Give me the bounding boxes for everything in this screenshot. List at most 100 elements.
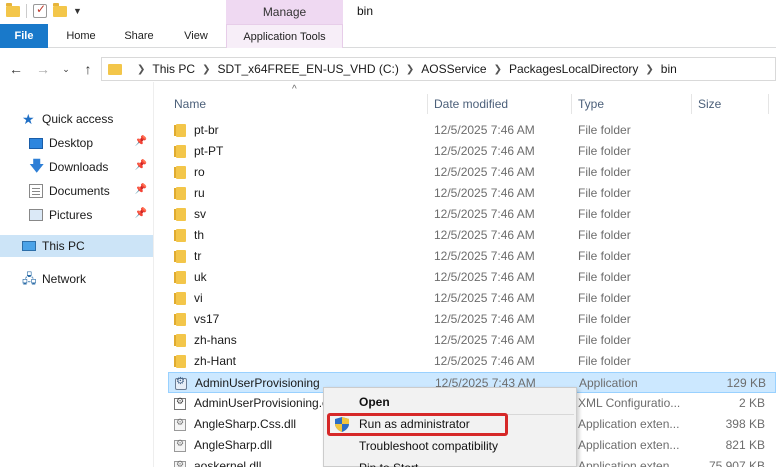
cell-type: Application exten... bbox=[578, 417, 680, 431]
cell-type: XML Configuratio... bbox=[578, 396, 681, 410]
table-row[interactable]: sv 12/5/2025 7:46 AM File folder bbox=[168, 204, 776, 225]
sidebar-item-this-pc[interactable]: This PC bbox=[0, 235, 153, 257]
tab-application-tools[interactable]: Application Tools bbox=[226, 24, 343, 48]
cell-date: 12/5/2025 7:46 AM bbox=[434, 207, 535, 221]
folder-icon bbox=[174, 145, 186, 158]
highlight-box bbox=[327, 413, 508, 436]
tab-share[interactable]: Share bbox=[118, 24, 160, 48]
folder-icon bbox=[174, 166, 186, 179]
chevron-right-icon[interactable]: ❯ bbox=[406, 64, 414, 75]
customize-toolbar-icon[interactable]: ▼ bbox=[73, 6, 82, 16]
address-bar[interactable]: ❯ This PC ❯ SDT_x64FREE_EN-US_VHD (C:) ❯… bbox=[101, 57, 776, 81]
context-menu: Open Run as administrator Troubleshoot c… bbox=[323, 387, 577, 467]
dll-file-icon bbox=[174, 417, 186, 431]
cell-date: 12/5/2025 7:46 AM bbox=[434, 123, 535, 137]
pin-icon[interactable]: 📌 bbox=[135, 136, 147, 147]
sidebar-item-network[interactable]: 🖧 Network bbox=[0, 268, 153, 290]
title-bar: ▼ Manage bin bbox=[0, 0, 776, 24]
sidebar-item-downloads[interactable]: 🡇 Downloads 📌 bbox=[0, 156, 153, 178]
cell-size bbox=[696, 225, 765, 246]
cell-size bbox=[696, 351, 765, 372]
breadcrumb-aosservice[interactable]: AOSService bbox=[421, 62, 486, 76]
download-icon: 🡇 bbox=[29, 158, 45, 175]
breadcrumb-drive[interactable]: SDT_x64FREE_EN-US_VHD (C:) bbox=[217, 62, 398, 76]
folder-icon bbox=[174, 334, 186, 347]
chevron-right-icon[interactable]: ❯ bbox=[494, 64, 502, 75]
sidebar-item-label: Quick access bbox=[42, 112, 114, 126]
tab-home[interactable]: Home bbox=[60, 24, 102, 48]
manage-context-tab[interactable]: Manage bbox=[226, 0, 343, 24]
cell-type: Application exten... bbox=[578, 438, 680, 452]
column-header-type[interactable]: Type bbox=[572, 94, 692, 114]
folder-icon bbox=[174, 355, 186, 368]
breadcrumb-bin[interactable]: bin bbox=[661, 62, 677, 76]
network-icon: 🖧 bbox=[22, 271, 37, 286]
table-row[interactable]: th 12/5/2025 7:46 AM File folder bbox=[168, 225, 776, 246]
cell-date: 12/5/2025 7:46 AM bbox=[434, 291, 535, 305]
folder-icon bbox=[174, 292, 186, 305]
cell-name: zh-Hant bbox=[194, 354, 237, 368]
back-icon[interactable]: ← bbox=[6, 59, 26, 79]
computer-icon bbox=[22, 241, 36, 251]
pin-icon[interactable]: 📌 bbox=[135, 184, 147, 195]
cell-name: th bbox=[194, 228, 205, 242]
cell-type: File folder bbox=[578, 144, 631, 158]
cell-size bbox=[696, 120, 765, 141]
column-header-date[interactable]: Date modified bbox=[428, 94, 572, 114]
pin-icon[interactable]: 📌 bbox=[135, 208, 147, 219]
navigation-row: ← → ⌄ ↑ ❯ This PC ❯ SDT_x64FREE_EN-US_VH… bbox=[0, 57, 776, 81]
table-row[interactable]: tr 12/5/2025 7:46 AM File folder bbox=[168, 246, 776, 267]
sidebar-item-desktop[interactable]: Desktop 📌 bbox=[0, 132, 153, 154]
sidebar-item-documents[interactable]: Documents 📌 bbox=[0, 180, 153, 202]
config-file-icon bbox=[174, 396, 186, 410]
chevron-right-icon[interactable]: ❯ bbox=[202, 64, 210, 75]
cell-name: vs17 bbox=[194, 312, 220, 326]
tab-view[interactable]: View bbox=[176, 24, 216, 48]
properties-icon[interactable] bbox=[33, 2, 47, 18]
table-row[interactable]: zh-hans 12/5/2025 7:46 AM File folder bbox=[168, 330, 776, 351]
table-row[interactable]: pt-br 12/5/2025 7:46 AM File folder bbox=[168, 120, 776, 141]
table-row[interactable]: vi 12/5/2025 7:46 AM File folder bbox=[168, 288, 776, 309]
cell-size bbox=[696, 183, 765, 204]
sidebar-item-quick-access[interactable]: ★ Quick access bbox=[0, 108, 153, 130]
up-icon[interactable]: ↑ bbox=[78, 59, 98, 79]
breadcrumb-packages[interactable]: PackagesLocalDirectory bbox=[509, 62, 638, 76]
chevron-right-icon[interactable]: ❯ bbox=[645, 64, 653, 75]
cell-size bbox=[696, 267, 765, 288]
table-row[interactable]: uk 12/5/2025 7:46 AM File folder bbox=[168, 267, 776, 288]
chevron-right-icon[interactable]: ❯ bbox=[137, 64, 145, 75]
table-row[interactable]: zh-Hant 12/5/2025 7:46 AM File folder bbox=[168, 351, 776, 372]
forward-icon[interactable]: → bbox=[33, 59, 53, 79]
cell-type: File folder bbox=[578, 333, 631, 347]
recent-locations-icon[interactable]: ⌄ bbox=[56, 59, 76, 79]
table-row[interactable]: ro 12/5/2025 7:46 AM File folder bbox=[168, 162, 776, 183]
breadcrumb-this-pc[interactable]: This PC bbox=[152, 62, 195, 76]
cell-name: ro bbox=[194, 165, 205, 179]
sidebar-item-label: Pictures bbox=[49, 208, 93, 222]
menu-item-troubleshoot[interactable]: Troubleshoot compatibility bbox=[324, 435, 578, 457]
cell-type: File folder bbox=[578, 354, 631, 368]
cell-type: File folder bbox=[578, 270, 631, 284]
folder-icon bbox=[174, 208, 186, 221]
star-icon: ★ bbox=[22, 111, 35, 127]
cell-name: sv bbox=[194, 207, 206, 221]
cell-size: 75,907 KB bbox=[708, 459, 765, 467]
menu-item-pin-to-start[interactable]: Pin to Start bbox=[324, 457, 578, 467]
folder-icon bbox=[108, 63, 122, 75]
column-header-name[interactable]: Name bbox=[168, 94, 428, 114]
table-row[interactable]: pt-PT 12/5/2025 7:46 AM File folder bbox=[168, 141, 776, 162]
navigation-pane: ★ Quick access Desktop 📌 🡇 Downloads 📌 D… bbox=[0, 90, 153, 467]
tab-file[interactable]: File bbox=[0, 24, 48, 48]
cell-type: File folder bbox=[578, 186, 631, 200]
folder-icon[interactable] bbox=[6, 2, 20, 17]
cell-name: uk bbox=[194, 270, 207, 284]
menu-item-open[interactable]: Open bbox=[324, 391, 578, 413]
table-row[interactable]: vs17 12/5/2025 7:46 AM File folder bbox=[168, 309, 776, 330]
dll-file-icon bbox=[174, 459, 186, 467]
pin-icon[interactable]: 📌 bbox=[135, 160, 147, 171]
table-row[interactable]: ru 12/5/2025 7:46 AM File folder bbox=[168, 183, 776, 204]
sidebar-item-pictures[interactable]: Pictures 📌 bbox=[0, 204, 153, 226]
sidebar-item-label: Downloads bbox=[49, 160, 109, 174]
column-header-size[interactable]: Size bbox=[692, 94, 769, 114]
new-folder-icon[interactable] bbox=[53, 2, 67, 17]
